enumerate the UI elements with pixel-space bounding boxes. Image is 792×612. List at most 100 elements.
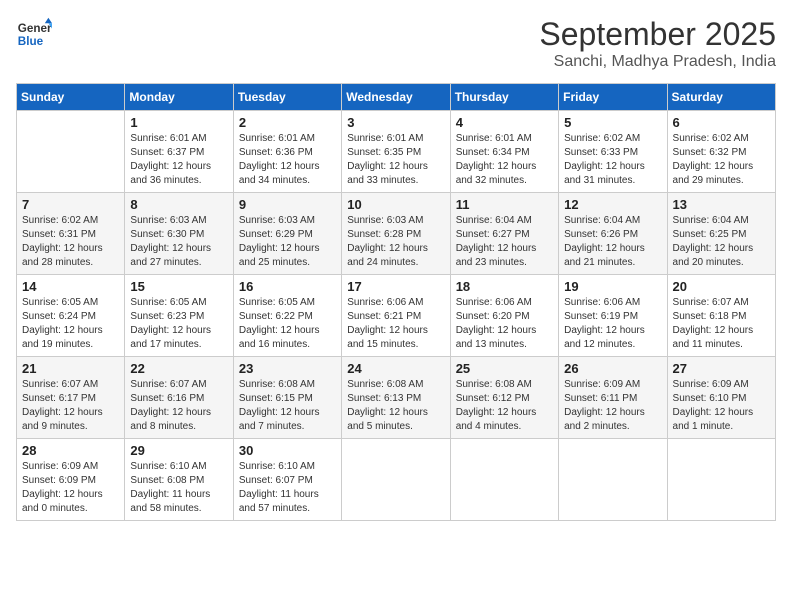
day-number: 6 [673, 115, 770, 130]
calendar-cell: 10 Sunrise: 6:03 AM Sunset: 6:28 PM Dayli… [342, 193, 450, 275]
header-friday: Friday [559, 84, 667, 111]
day-number: 29 [130, 443, 227, 458]
day-number: 9 [239, 197, 336, 212]
day-number: 2 [239, 115, 336, 130]
day-detail: Sunrise: 6:04 AM Sunset: 6:27 PM Dayligh… [456, 214, 553, 270]
day-number: 16 [239, 279, 336, 294]
day-number: 28 [22, 443, 119, 458]
day-detail: Sunrise: 6:09 AM Sunset: 6:09 PM Dayligh… [22, 460, 119, 516]
day-detail: Sunrise: 6:08 AM Sunset: 6:15 PM Dayligh… [239, 378, 336, 434]
title-section: September 2025 Sanchi, Madhya Pradesh, I… [539, 16, 776, 71]
day-number: 23 [239, 361, 336, 376]
day-detail: Sunrise: 6:01 AM Sunset: 6:36 PM Dayligh… [239, 132, 336, 188]
calendar-cell: 30 Sunrise: 6:10 AM Sunset: 6:07 PM Dayli… [233, 439, 341, 521]
calendar-cell: 9Sunrise: 6:03 AM Sunset: 6:29 PM Daylig… [233, 193, 341, 275]
day-number: 30 [239, 443, 336, 458]
logo-icon: General Blue [16, 16, 52, 52]
header-monday: Monday [125, 84, 233, 111]
day-detail: Sunrise: 6:09 AM Sunset: 6:11 PM Dayligh… [564, 378, 661, 434]
calendar-cell: 21 Sunrise: 6:07 AM Sunset: 6:17 PM Dayli… [17, 357, 125, 439]
day-number: 10 [347, 197, 444, 212]
calendar-cell: 19Sunrise: 6:06 AM Sunset: 6:19 PM Dayli… [559, 275, 667, 357]
calendar-cell: 27 Sunrise: 6:09 AM Sunset: 6:10 PM Dayli… [667, 357, 775, 439]
calendar-cell: 24Sunrise: 6:08 AM Sunset: 6:13 PM Dayli… [342, 357, 450, 439]
calendar-week-4: 21 Sunrise: 6:07 AM Sunset: 6:17 PM Dayli… [17, 357, 776, 439]
calendar-week-1: 1 Sunrise: 6:01 AM Sunset: 6:37 PM Daylig… [17, 111, 776, 193]
header-thursday: Thursday [450, 84, 558, 111]
day-number: 8 [130, 197, 227, 212]
page-header: General Blue September 2025 Sanchi, Madh… [16, 16, 776, 71]
day-number: 25 [456, 361, 553, 376]
calendar-week-3: 14 Sunrise: 6:05 AM Sunset: 6:24 PM Dayli… [17, 275, 776, 357]
calendar-cell: 25 Sunrise: 6:08 AM Sunset: 6:12 PM Dayli… [450, 357, 558, 439]
calendar-cell [17, 111, 125, 193]
day-number: 11 [456, 197, 553, 212]
calendar-table: SundayMondayTuesdayWednesdayThursdayFrid… [16, 83, 776, 521]
calendar-cell: 5Sunrise: 6:02 AM Sunset: 6:33 PM Daylig… [559, 111, 667, 193]
day-detail: Sunrise: 6:05 AM Sunset: 6:22 PM Dayligh… [239, 296, 336, 352]
calendar-cell [450, 439, 558, 521]
calendar-cell: 2 Sunrise: 6:01 AM Sunset: 6:36 PM Daylig… [233, 111, 341, 193]
calendar-cell: 7 Sunrise: 6:02 AM Sunset: 6:31 PM Daylig… [17, 193, 125, 275]
day-detail: Sunrise: 6:06 AM Sunset: 6:19 PM Dayligh… [564, 296, 661, 352]
day-detail: Sunrise: 6:09 AM Sunset: 6:10 PM Dayligh… [673, 378, 770, 434]
calendar-cell [559, 439, 667, 521]
calendar-cell: 3Sunrise: 6:01 AM Sunset: 6:35 PM Daylig… [342, 111, 450, 193]
day-number: 13 [673, 197, 770, 212]
day-detail: Sunrise: 6:02 AM Sunset: 6:31 PM Dayligh… [22, 214, 119, 270]
day-number: 7 [22, 197, 119, 212]
day-detail: Sunrise: 6:04 AM Sunset: 6:25 PM Dayligh… [673, 214, 770, 270]
calendar-cell: 26Sunrise: 6:09 AM Sunset: 6:11 PM Dayli… [559, 357, 667, 439]
day-detail: Sunrise: 6:06 AM Sunset: 6:20 PM Dayligh… [456, 296, 553, 352]
day-detail: Sunrise: 6:01 AM Sunset: 6:37 PM Dayligh… [130, 132, 227, 188]
day-detail: Sunrise: 6:06 AM Sunset: 6:21 PM Dayligh… [347, 296, 444, 352]
day-detail: Sunrise: 6:10 AM Sunset: 6:07 PM Dayligh… [239, 460, 336, 516]
calendar-cell: 29 Sunrise: 6:10 AM Sunset: 6:08 PM Dayli… [125, 439, 233, 521]
day-number: 21 [22, 361, 119, 376]
calendar-cell: 18 Sunrise: 6:06 AM Sunset: 6:20 PM Dayli… [450, 275, 558, 357]
day-detail: Sunrise: 6:05 AM Sunset: 6:24 PM Dayligh… [22, 296, 119, 352]
logo: General Blue [16, 16, 52, 52]
calendar-cell: 20Sunrise: 6:07 AM Sunset: 6:18 PM Dayli… [667, 275, 775, 357]
calendar-cell [667, 439, 775, 521]
svg-text:General: General [18, 22, 52, 35]
calendar-week-2: 7 Sunrise: 6:02 AM Sunset: 6:31 PM Daylig… [17, 193, 776, 275]
day-detail: Sunrise: 6:02 AM Sunset: 6:33 PM Dayligh… [564, 132, 661, 188]
day-detail: Sunrise: 6:07 AM Sunset: 6:18 PM Dayligh… [673, 296, 770, 352]
svg-text:Blue: Blue [18, 35, 44, 48]
calendar-cell: 1 Sunrise: 6:01 AM Sunset: 6:37 PM Daylig… [125, 111, 233, 193]
day-number: 27 [673, 361, 770, 376]
day-number: 12 [564, 197, 661, 212]
day-detail: Sunrise: 6:01 AM Sunset: 6:34 PM Dayligh… [456, 132, 553, 188]
calendar-cell: 13 Sunrise: 6:04 AM Sunset: 6:25 PM Dayli… [667, 193, 775, 275]
day-number: 4 [456, 115, 553, 130]
calendar-cell: 17 Sunrise: 6:06 AM Sunset: 6:21 PM Dayli… [342, 275, 450, 357]
day-number: 14 [22, 279, 119, 294]
header-tuesday: Tuesday [233, 84, 341, 111]
day-detail: Sunrise: 6:02 AM Sunset: 6:32 PM Dayligh… [673, 132, 770, 188]
day-number: 18 [456, 279, 553, 294]
location-subtitle: Sanchi, Madhya Pradesh, India [539, 53, 776, 71]
day-number: 17 [347, 279, 444, 294]
calendar-cell: 16 Sunrise: 6:05 AM Sunset: 6:22 PM Dayli… [233, 275, 341, 357]
calendar-cell: 8 Sunrise: 6:03 AM Sunset: 6:30 PM Daylig… [125, 193, 233, 275]
calendar-cell: 6 Sunrise: 6:02 AM Sunset: 6:32 PM Daylig… [667, 111, 775, 193]
day-number: 1 [130, 115, 227, 130]
day-detail: Sunrise: 6:07 AM Sunset: 6:17 PM Dayligh… [22, 378, 119, 434]
calendar-cell: 4 Sunrise: 6:01 AM Sunset: 6:34 PM Daylig… [450, 111, 558, 193]
day-number: 22 [130, 361, 227, 376]
calendar-cell: 12 Sunrise: 6:04 AM Sunset: 6:26 PM Dayli… [559, 193, 667, 275]
header-saturday: Saturday [667, 84, 775, 111]
day-detail: Sunrise: 6:08 AM Sunset: 6:13 PM Dayligh… [347, 378, 444, 434]
day-detail: Sunrise: 6:03 AM Sunset: 6:28 PM Dayligh… [347, 214, 444, 270]
calendar-cell [342, 439, 450, 521]
calendar-cell: 11 Sunrise: 6:04 AM Sunset: 6:27 PM Dayli… [450, 193, 558, 275]
calendar-header-row: SundayMondayTuesdayWednesdayThursdayFrid… [17, 84, 776, 111]
calendar-week-5: 28 Sunrise: 6:09 AM Sunset: 6:09 PM Dayli… [17, 439, 776, 521]
day-detail: Sunrise: 6:03 AM Sunset: 6:30 PM Dayligh… [130, 214, 227, 270]
calendar-cell: 15Sunrise: 6:05 AM Sunset: 6:23 PM Dayli… [125, 275, 233, 357]
day-detail: Sunrise: 6:08 AM Sunset: 6:12 PM Dayligh… [456, 378, 553, 434]
day-detail: Sunrise: 6:10 AM Sunset: 6:08 PM Dayligh… [130, 460, 227, 516]
day-number: 3 [347, 115, 444, 130]
day-detail: Sunrise: 6:04 AM Sunset: 6:26 PM Dayligh… [564, 214, 661, 270]
